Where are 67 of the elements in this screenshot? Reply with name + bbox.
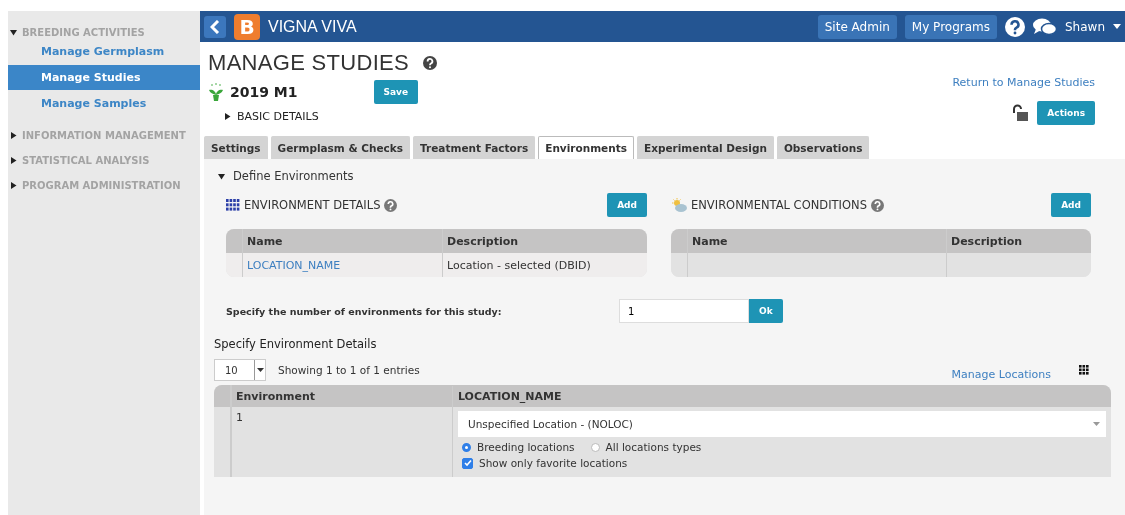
section-title: ENVIRONMENTAL CONDITIONS	[691, 198, 867, 212]
header-button[interactable]: Site Admin	[817, 14, 897, 39]
radio-option[interactable]: All locations types	[586, 441, 702, 453]
add-button[interactable]: Add	[607, 193, 647, 217]
tab[interactable]: Environments	[538, 136, 634, 159]
section-title: ENVIRONMENT DETAILS	[244, 198, 381, 212]
location-dropdown[interactable]: Unspecified Location - (NOLOC)	[458, 411, 1106, 437]
table-link[interactable]: LOCATION_NAME	[247, 258, 341, 272]
checkbox-option[interactable]: Show only favorite locations	[458, 457, 1106, 469]
tab[interactable]: Germplasm & Checks	[270, 136, 411, 159]
add-button[interactable]: Add	[1051, 193, 1091, 217]
user-menu[interactable]: Shawn	[1065, 19, 1121, 34]
save-button[interactable]: Save	[373, 80, 419, 104]
checkbox[interactable]	[462, 457, 473, 469]
tab[interactable]: Observations	[776, 136, 870, 159]
return-link[interactable]: Return to Manage Studies	[952, 76, 1095, 89]
grid-icon	[226, 199, 240, 211]
seedling-icon	[208, 83, 224, 101]
tab[interactable]: Settings	[204, 136, 268, 159]
logo: B	[234, 13, 260, 40]
page-title: MANAGE STUDIES	[208, 50, 409, 76]
actions-button[interactable]: Actions	[1037, 101, 1095, 125]
manage-locations-link[interactable]: Manage Locations	[951, 367, 1051, 381]
table-cell: 1	[236, 411, 243, 424]
sidebar-item[interactable]: Manage Samples	[8, 91, 200, 116]
column-header: Name	[246, 233, 284, 250]
entries-info: Showing 1 to 1 of 1 entries	[278, 364, 420, 376]
ok-button[interactable]: Ok	[749, 299, 783, 323]
help-icon[interactable]	[423, 56, 437, 70]
sidebar-item[interactable]: Manage Studies	[8, 65, 200, 90]
header-button[interactable]: My Programs	[904, 14, 997, 39]
chevron-left-icon	[210, 19, 220, 34]
partly-cloudy-icon	[671, 198, 687, 212]
help-icon[interactable]	[384, 198, 398, 212]
radio-button[interactable]	[590, 442, 600, 452]
column-header: LOCATION_NAME	[452, 385, 1111, 407]
define-environments-toggle[interactable]: Define Environments	[218, 169, 1115, 183]
triangle-down-icon	[10, 29, 17, 36]
triangle-down-icon	[218, 172, 225, 180]
basic-details-toggle[interactable]: BASIC DETAILS	[224, 110, 437, 123]
caret-icon	[1093, 422, 1100, 426]
section-heading: Specify Environment Details	[214, 337, 378, 351]
tab[interactable]: Treatment Factors	[413, 136, 536, 159]
radio-button[interactable]	[462, 442, 471, 452]
number-input[interactable]: 1	[619, 299, 749, 323]
table-cell: Location - selected (DBID)	[442, 253, 647, 277]
triangle-right-icon	[10, 182, 17, 189]
sidebar-item[interactable]: Manage Germplasm	[8, 39, 200, 64]
chat-icon[interactable]	[1033, 17, 1057, 36]
triangle-right-icon	[10, 132, 17, 139]
caret-icon	[1113, 24, 1121, 29]
caret-icon	[256, 368, 264, 372]
help-icon[interactable]	[870, 198, 884, 212]
back-button[interactable]	[204, 15, 226, 38]
radio-option[interactable]: Breeding locations	[458, 441, 575, 453]
page-size-select[interactable]: 10	[214, 359, 266, 381]
grid-icon[interactable]	[1079, 365, 1089, 375]
help-icon[interactable]	[1005, 16, 1025, 37]
unlocked-padlock-icon[interactable]	[1011, 104, 1030, 122]
study-name: 2019 M1	[230, 84, 298, 100]
column-header: Environment	[231, 385, 452, 407]
column-header: Name	[691, 233, 729, 250]
field-label: Specify the number of environments for this study:	[226, 305, 503, 317]
app-name: VIGNA VIVA	[268, 17, 357, 36]
triangle-right-icon	[10, 157, 17, 164]
triangle-right-icon	[224, 113, 231, 120]
tab[interactable]: Experimental Design	[636, 136, 774, 159]
